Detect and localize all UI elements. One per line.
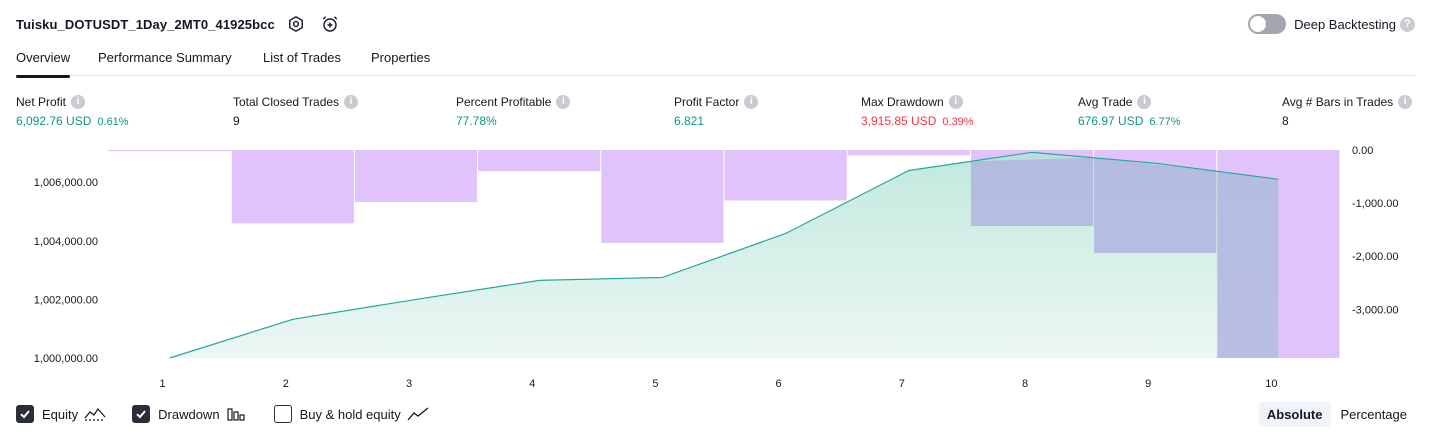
drawdown-equity-overlap xyxy=(1217,171,1279,358)
equity-line-icon xyxy=(84,406,106,422)
info-icon[interactable]: i xyxy=(1137,94,1152,109)
x-tick-label: 5 xyxy=(652,378,658,390)
x-tick-label: 10 xyxy=(1265,378,1277,390)
mode-percentage-button[interactable]: Percentage xyxy=(1333,402,1416,427)
tab-properties[interactable]: Properties xyxy=(371,50,430,76)
deep-backtesting-control: Deep Backtesting ? xyxy=(1248,12,1415,36)
drawdown-bar xyxy=(354,150,478,203)
y-left-tick-label: 1,006,000.00 xyxy=(34,177,98,189)
stat-value: 77.78% xyxy=(456,114,497,128)
stat-percent-profitable: Percent Profitable i 77.78% xyxy=(456,94,571,128)
stat-value: 9 xyxy=(233,114,240,128)
stat-profit-factor: Profit Factor i 6.821 xyxy=(674,94,759,128)
x-tick-label: 2 xyxy=(283,378,289,390)
y-right-tick-label: 0.00 xyxy=(1352,145,1373,157)
drawdown-bar xyxy=(847,150,970,156)
legend-label: Buy & hold equity xyxy=(299,406,401,422)
legend-buy-hold[interactable]: Buy & hold equity xyxy=(273,405,429,423)
x-tick-label: 6 xyxy=(776,378,782,390)
chart-legend: Equity Drawdown Buy & hold equity xyxy=(16,404,455,424)
legend-drawdown[interactable]: Drawdown xyxy=(132,405,247,423)
drawdown-bar xyxy=(108,150,232,152)
info-icon[interactable]: i xyxy=(948,94,963,109)
stat-label: Profit Factor xyxy=(674,94,740,109)
info-icon[interactable]: i xyxy=(344,94,359,109)
legend-label: Equity xyxy=(42,406,79,422)
display-mode-toggle: Absolute Percentage xyxy=(1257,400,1415,428)
help-icon[interactable]: ? xyxy=(1400,16,1415,32)
tab-overview[interactable]: Overview xyxy=(16,50,71,78)
equity-checkbox[interactable] xyxy=(16,405,34,423)
stat-avg-trade: Avg Trade i 676.97 USD 6.77% xyxy=(1078,94,1181,128)
stat-percent: 0.61% xyxy=(97,116,129,128)
x-tick-label: 1 xyxy=(160,378,166,390)
settings-gear-icon[interactable] xyxy=(285,13,307,35)
stat-value: 676.97 USD xyxy=(1078,114,1144,128)
legend-label: Drawdown xyxy=(158,406,220,422)
drawdown-bar xyxy=(724,150,847,201)
x-tick-label: 3 xyxy=(406,378,412,390)
x-tick-label: 4 xyxy=(529,378,535,390)
stat-value: 6,092.76 USD xyxy=(16,114,92,128)
x-tick-label: 9 xyxy=(1145,378,1151,390)
equity-drawdown-chart[interactable]: 1,000,000.00 1,002,000.00 1,004,000.00 1,00… xyxy=(0,140,1431,396)
stat-value: 6.821 xyxy=(674,114,705,128)
stat-avg-bars-in-trades: Avg # Bars in Trades i 8 xyxy=(1282,94,1413,128)
y-left-tick-label: 1,002,000.00 xyxy=(34,294,98,306)
y-right-tick-label: -2,000.00 xyxy=(1352,251,1398,263)
drawdown-equity-overlap xyxy=(970,157,1094,226)
alarm-clock-plus-icon[interactable] xyxy=(319,13,341,35)
tab-list-of-trades[interactable]: List of Trades xyxy=(263,50,341,76)
info-icon[interactable]: i xyxy=(1398,94,1413,109)
y-left-tick-label: 1,004,000.00 xyxy=(34,236,98,248)
deep-backtesting-toggle[interactable] xyxy=(1248,14,1287,34)
tab-performance-summary[interactable]: Performance Summary xyxy=(98,50,232,76)
drawdown-checkbox[interactable] xyxy=(132,405,151,423)
info-icon[interactable]: i xyxy=(744,94,759,109)
info-icon[interactable]: i xyxy=(71,94,86,109)
stat-label: Avg # Bars in Trades xyxy=(1282,94,1394,109)
report-header: Tuisku_DOTUSDT_1Day_2MT0_41925bcc Deep B… xyxy=(16,12,1415,36)
stat-max-drawdown: Max Drawdown i 3,915.85 USD 0.39% xyxy=(861,94,974,128)
stat-label: Max Drawdown xyxy=(861,94,944,109)
stat-label: Avg Trade xyxy=(1078,94,1133,109)
x-tick-label: 8 xyxy=(1022,378,1028,390)
buy-hold-checkbox[interactable] xyxy=(273,405,292,423)
drawdown-bars-icon xyxy=(226,406,248,422)
mode-absolute-button[interactable]: Absolute xyxy=(1258,401,1331,427)
drawdown-bar xyxy=(478,150,601,172)
stat-label: Percent Profitable xyxy=(456,94,552,109)
info-icon[interactable]: i xyxy=(556,94,571,109)
drawdown-bar xyxy=(231,150,354,224)
stat-label: Total Closed Trades xyxy=(233,94,340,109)
x-tick-label: 7 xyxy=(899,378,905,390)
stat-net-profit: Net Profit i 6,092.76 USD 0.61% xyxy=(16,94,129,128)
drawdown-bar xyxy=(601,150,724,243)
report-tabs: Overview Performance Summary List of Tra… xyxy=(16,48,1415,78)
legend-equity[interactable]: Equity xyxy=(16,405,106,423)
strategy-title: Tuisku_DOTUSDT_1Day_2MT0_41925bcc xyxy=(16,16,275,32)
stat-percent: 0.39% xyxy=(942,116,974,128)
stat-label: Net Profit xyxy=(16,94,67,109)
y-left-tick-label: 1,000,000.00 xyxy=(34,353,98,365)
buy-hold-line-icon xyxy=(407,406,429,422)
stat-total-closed-trades: Total Closed Trades i 9 xyxy=(233,94,359,128)
stats-row: Net Profit i 6,092.76 USD 0.61% Total Clos… xyxy=(16,94,1415,130)
stat-value: 8 xyxy=(1282,114,1289,128)
deep-backtesting-label: Deep Backtesting xyxy=(1294,16,1396,32)
y-right-tick-label: -1,000.00 xyxy=(1352,198,1398,210)
stat-value: 3,915.85 USD xyxy=(861,114,937,128)
drawdown-equity-overlap xyxy=(1094,157,1217,254)
stat-percent: 6.77% xyxy=(1149,116,1181,128)
toggle-knob xyxy=(1250,16,1267,32)
y-right-tick-label: -3,000.00 xyxy=(1352,304,1398,316)
